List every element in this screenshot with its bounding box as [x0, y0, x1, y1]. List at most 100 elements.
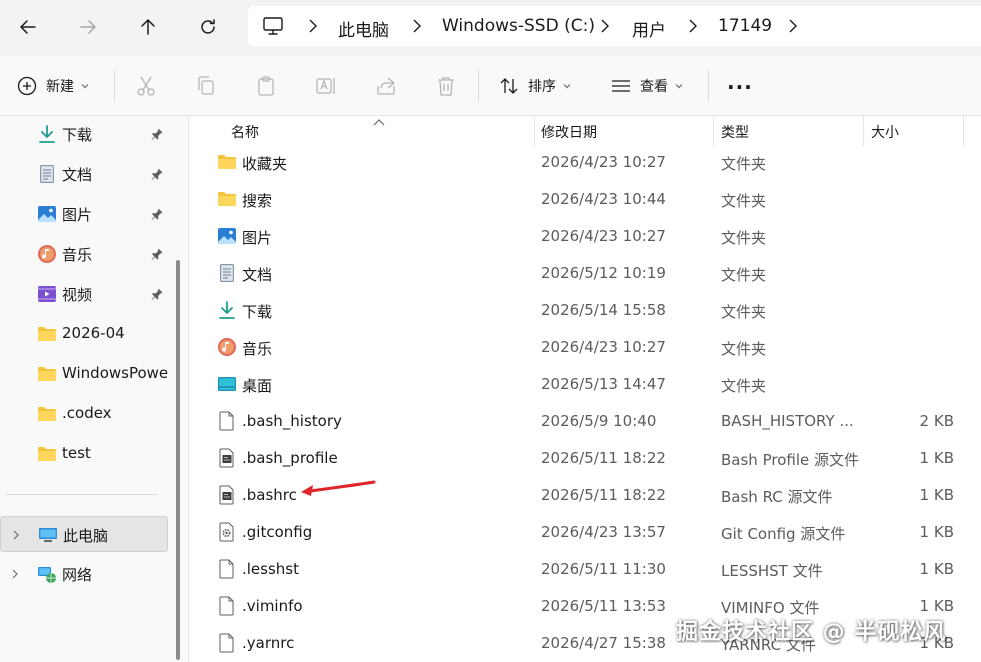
file-name: .lesshst	[242, 560, 299, 578]
delete-icon[interactable]	[434, 74, 458, 98]
breadcrumb-users[interactable]: 用户	[632, 16, 666, 41]
sidebar-item-pinned[interactable]: 图片	[0, 196, 172, 232]
breadcrumb-this-pc[interactable]: 此电脑	[338, 16, 389, 41]
refresh-button[interactable]	[192, 12, 224, 42]
pin-icon[interactable]	[150, 207, 164, 221]
folder-icon	[37, 404, 57, 424]
rename-icon[interactable]	[314, 74, 338, 98]
new-label: 新建	[46, 79, 74, 95]
sidebar-item-label: 2026-04	[62, 324, 125, 342]
file-row[interactable]: 桌面 2026/5/13 14:47 文件夹	[189, 366, 981, 403]
blank-file-icon	[217, 596, 237, 616]
sidebar-item-pinned[interactable]: 文档	[0, 156, 172, 192]
sidebar-scrollbar[interactable]	[176, 260, 180, 660]
file-row[interactable]: .bash_history 2026/5/9 10:40 BASH_HISTORY …	[189, 403, 981, 440]
file-size: 1 KB	[919, 486, 954, 504]
file-row[interactable]: 音乐 2026/4/23 10:27 文件夹	[189, 329, 981, 366]
back-button[interactable]	[12, 12, 44, 42]
file-size: 1 KB	[919, 560, 954, 578]
document-icon	[217, 263, 237, 283]
pin-icon[interactable]	[150, 287, 164, 301]
download-icon	[37, 124, 57, 144]
share-icon[interactable]	[374, 74, 398, 98]
address-bar[interactable]: 此电脑 Windows-SSD (C:) 用户 17149	[248, 6, 981, 46]
column-divider[interactable]	[534, 116, 535, 146]
file-row[interactable]: 图片 2026/4/23 10:27 文件夹	[189, 218, 981, 255]
address-row: 此电脑 Windows-SSD (C:) 用户 17149	[0, 0, 981, 56]
chevron-right-icon[interactable]	[10, 568, 20, 580]
pin-icon[interactable]	[150, 247, 164, 261]
sidebar-item-label: 音乐	[62, 246, 93, 264]
config-file-icon	[217, 522, 237, 542]
column-header-name[interactable]: 名称	[231, 116, 259, 146]
column-header-modified[interactable]: 修改日期	[541, 116, 597, 146]
file-type: 文件夹	[721, 266, 767, 284]
pin-icon[interactable]	[150, 127, 164, 141]
document-icon	[37, 164, 57, 184]
sidebar-item-pinned[interactable]: 视频	[0, 276, 172, 312]
column-divider[interactable]	[963, 116, 964, 146]
file-row[interactable]: .lesshst 2026/5/11 11:30 LESSHST 文件 1 KB	[189, 551, 981, 588]
column-header-size[interactable]: 大小	[871, 116, 899, 146]
paste-icon[interactable]	[254, 74, 278, 98]
file-name: 下载	[242, 303, 273, 321]
file-name: 收藏夹	[242, 155, 288, 173]
breadcrumb-user-folder[interactable]: 17149	[718, 16, 772, 36]
sidebar-item-label: 下载	[62, 126, 93, 144]
file-type: Git Config 源文件	[721, 525, 846, 543]
sidebar-item-label: 此电脑	[63, 527, 109, 545]
file-row[interactable]: 收藏夹 2026/4/23 10:27 文件夹	[189, 144, 981, 181]
sidebar-item-label: 视频	[62, 286, 93, 304]
file-row[interactable]: 搜索 2026/4/23 10:44 文件夹	[189, 181, 981, 218]
view-button[interactable]: 查看	[610, 72, 684, 100]
file-row[interactable]: 下载 2026/5/14 15:58 文件夹	[189, 292, 981, 329]
pictures-icon	[37, 204, 57, 224]
file-type: 文件夹	[721, 340, 767, 358]
folder-icon	[37, 324, 57, 344]
file-row[interactable]: .gitconfig 2026/4/23 13:57 Git Config 源文件 1…	[189, 514, 981, 551]
chevron-right-icon[interactable]	[11, 529, 21, 541]
watermark-text: 掘金技术社区 @ 半砚松风	[676, 620, 947, 645]
file-type: 文件夹	[721, 155, 767, 173]
sidebar-item-this-pc[interactable]: 此电脑	[0, 516, 168, 552]
column-divider[interactable]	[863, 116, 864, 146]
music-icon	[37, 244, 57, 264]
copy-icon[interactable]	[194, 74, 218, 98]
plus-circle-icon	[17, 76, 37, 96]
folder-icon	[217, 152, 237, 172]
desktop-icon	[217, 374, 237, 394]
navigation-pane: 下载文档图片音乐视频 2026-04 WindowsPowe .codex test 此…	[0, 116, 188, 662]
toolbar-divider	[708, 70, 709, 102]
view-label: 查看	[640, 79, 668, 95]
column-divider[interactable]	[713, 116, 714, 146]
chevron-down-icon	[563, 84, 571, 89]
column-header-type[interactable]: 类型	[721, 116, 749, 146]
new-button[interactable]: 新建	[16, 72, 90, 100]
file-size: 1 KB	[919, 523, 954, 541]
sort-button[interactable]: 排序	[498, 72, 572, 100]
chevron-down-icon	[81, 84, 89, 89]
file-modified: 2026/5/14 15:58	[541, 301, 666, 319]
sidebar-item-folder[interactable]: test	[0, 436, 172, 472]
more-options-button[interactable]: ...	[727, 68, 753, 96]
file-name: 图片	[242, 229, 273, 247]
sidebar-item-folder[interactable]: 2026-04	[0, 316, 172, 352]
file-row[interactable]: .bash_profile 2026/5/11 18:22 Bash Profile…	[189, 440, 981, 477]
file-size: 2 KB	[919, 412, 954, 430]
file-type: 文件夹	[721, 303, 767, 321]
file-modified: 2026/5/9 10:40	[541, 412, 657, 430]
sidebar-item-folder[interactable]: WindowsPowe	[0, 356, 172, 392]
folder-icon	[217, 189, 237, 209]
pin-icon[interactable]	[150, 167, 164, 181]
red-arrow-annotation	[301, 480, 376, 496]
sidebar-item-folder[interactable]: .codex	[0, 396, 172, 432]
sidebar-item-pinned[interactable]: 音乐	[0, 236, 172, 272]
forward-button[interactable]	[72, 12, 104, 42]
sidebar-item-pinned[interactable]: 下载	[0, 116, 172, 152]
up-button[interactable]	[132, 12, 164, 42]
sidebar-item-network[interactable]: 网络	[0, 556, 172, 592]
file-modified: 2026/4/23 10:27	[541, 338, 666, 356]
cut-icon[interactable]	[134, 74, 158, 98]
file-row[interactable]: 文档 2026/5/12 10:19 文件夹	[189, 255, 981, 292]
breadcrumb-drive[interactable]: Windows-SSD (C:)	[442, 16, 595, 36]
